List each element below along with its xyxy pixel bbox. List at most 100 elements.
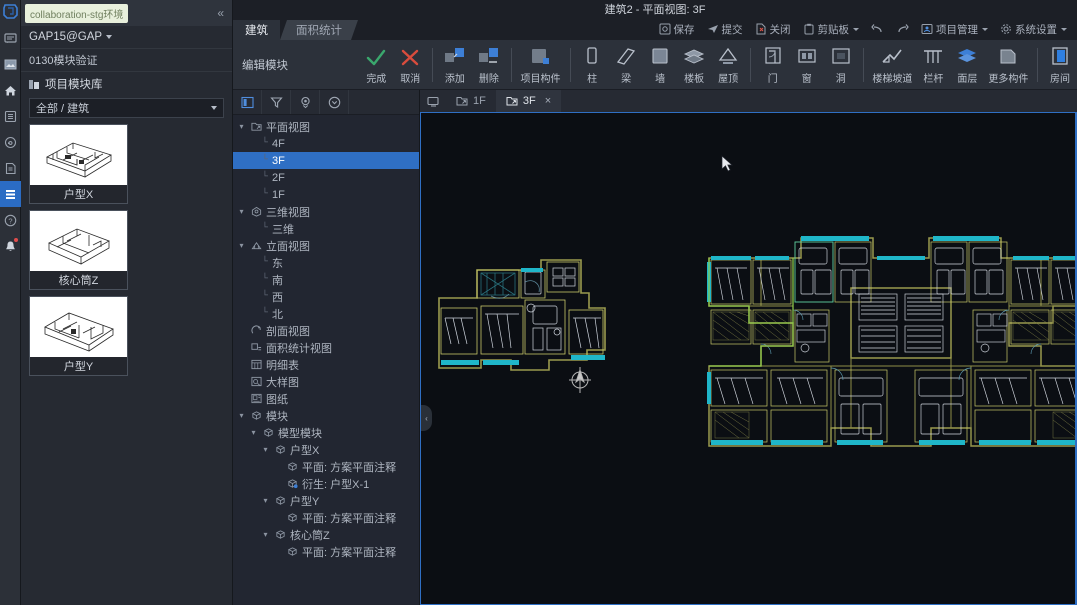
doc-tab-1f[interactable]: 1F: [446, 90, 496, 112]
expand-chevron-icon[interactable]: ▾: [261, 496, 270, 505]
rail-item-link[interactable]: [0, 129, 21, 155]
tree-node[interactable]: ▾ 户型X: [233, 441, 419, 458]
tree-node[interactable]: 大样图: [233, 373, 419, 390]
window-button[interactable]: 窗: [790, 42, 824, 88]
filter-button[interactable]: [262, 90, 291, 114]
menu-undo[interactable]: [871, 23, 884, 35]
menu-clipboard[interactable]: 剪贴板: [803, 22, 859, 37]
rail-item-help[interactable]: ?: [0, 207, 21, 233]
tree-node[interactable]: 平面: 方案平面注释: [233, 458, 419, 475]
tab-architecture[interactable]: 建筑: [233, 20, 280, 40]
menu-redo[interactable]: [896, 23, 909, 35]
tree-node[interactable]: 衍生: 户型X-1: [233, 475, 419, 492]
rail-item-list[interactable]: [0, 103, 21, 129]
module-card[interactable]: 核心筒Z: [29, 210, 128, 290]
slab-button[interactable]: 楼板: [677, 42, 711, 88]
tree-leaf-marker: └: [262, 223, 269, 234]
cancel-button[interactable]: 取消: [393, 42, 427, 88]
tree-node[interactable]: └ 南: [233, 271, 419, 288]
stair-ramp-button[interactable]: 楼梯坡道: [868, 42, 916, 88]
tree-node[interactable]: ▾ 模块: [233, 407, 419, 424]
roof-button[interactable]: 屋顶: [711, 42, 745, 88]
tab-area-statistics[interactable]: 面积统计: [280, 20, 358, 40]
room-button[interactable]: 房间: [1043, 42, 1077, 88]
expand-chevron-icon[interactable]: ▾: [237, 122, 246, 131]
panel-toggle-button[interactable]: [233, 90, 262, 114]
rail-item-document[interactable]: [0, 155, 21, 181]
project-component-button[interactable]: 项目构件: [517, 42, 565, 88]
tree-node[interactable]: 图纸: [233, 390, 419, 407]
canvas-collapse-handle[interactable]: ‹: [421, 405, 432, 431]
tree-node[interactable]: ▾ 模型模块: [233, 424, 419, 441]
add-module-button[interactable]: 添加: [438, 42, 472, 88]
tree-node[interactable]: 明细表: [233, 356, 419, 373]
tree-node[interactable]: └ 三维: [233, 220, 419, 237]
expand-chevron-icon[interactable]: ▾: [237, 241, 246, 250]
tree-node[interactable]: └ 北: [233, 305, 419, 322]
app-logo[interactable]: [1, 2, 20, 21]
wall-button[interactable]: 墙: [643, 42, 677, 88]
tree-node[interactable]: └ 2F: [233, 169, 419, 186]
menu-label: 保存: [673, 23, 695, 36]
expand-chevron-icon[interactable]: ▾: [249, 428, 258, 437]
more-options-button[interactable]: [320, 90, 349, 114]
project-name-row[interactable]: 0130模块验证: [21, 48, 232, 72]
account-selector[interactable]: GAP15@GAP: [21, 26, 232, 48]
expand-chevron-icon[interactable]: ▾: [237, 207, 246, 216]
tree-node[interactable]: └ 3F: [233, 152, 419, 169]
tree-node[interactable]: 面积统计视图: [233, 339, 419, 356]
expand-chevron-icon[interactable]: ▾: [261, 445, 270, 454]
menu-save[interactable]: 保存: [659, 22, 695, 37]
menu-system-settings[interactable]: 系统设置: [1000, 22, 1067, 37]
module-card[interactable]: 户型Y: [29, 296, 128, 376]
new-view-button[interactable]: [420, 90, 446, 112]
menu-project-management[interactable]: 项目管理: [921, 22, 988, 37]
rail-item-image[interactable]: [0, 51, 21, 77]
project-name: 0130模块验证: [29, 55, 98, 67]
tree-node[interactable]: └ 1F: [233, 186, 419, 203]
tree-node[interactable]: ▾ 核心筒Z: [233, 526, 419, 543]
tree-node[interactable]: ▾ 三维视图: [233, 203, 419, 220]
delete-module-button[interactable]: 删除: [472, 42, 506, 88]
slab-icon: [682, 44, 706, 68]
tree-node[interactable]: └ 西: [233, 288, 419, 305]
drawing-canvas[interactable]: ‹: [420, 112, 1077, 605]
rail-item-home[interactable]: [0, 77, 21, 103]
module-card[interactable]: 户型X: [29, 124, 128, 204]
ribbon-tab-strip: 建筑 面积统计: [233, 18, 423, 40]
button-label: 面层: [957, 74, 978, 85]
opening-button[interactable]: 洞: [824, 42, 858, 88]
more-components-button[interactable]: 更多构件: [984, 42, 1032, 88]
rail-item-modules[interactable]: [0, 181, 21, 207]
column-button[interactable]: 柱: [575, 42, 609, 88]
tree-node[interactable]: 平面: 方案平面注释: [233, 543, 419, 560]
library-filter-select[interactable]: 全部 / 建筑: [29, 98, 224, 118]
doc-tab-3f[interactable]: 3F ×: [495, 90, 562, 112]
expand-chevron-icon[interactable]: ▾: [261, 530, 270, 539]
collapse-panel-icon[interactable]: «: [217, 7, 224, 19]
floor-plan-right: [707, 236, 1075, 447]
tree-node-label: 1F: [272, 188, 285, 201]
tree-node[interactable]: 平面: 方案平面注释: [233, 509, 419, 526]
door-button[interactable]: 门: [756, 42, 790, 88]
rail-item-message[interactable]: [0, 25, 21, 51]
locate-button[interactable]: [291, 90, 320, 114]
button-label: 更多构件: [988, 74, 1029, 85]
rail-item-notifications[interactable]: [0, 233, 21, 259]
tree-node[interactable]: ▾ 立面视图: [233, 237, 419, 254]
railing-button[interactable]: 栏杆: [916, 42, 950, 88]
tree-node[interactable]: 剖面视图: [233, 322, 419, 339]
close-tab-icon[interactable]: ×: [545, 95, 551, 107]
tree-node[interactable]: ▾ 平面视图: [233, 118, 419, 135]
finish-button[interactable]: 完成: [359, 42, 393, 88]
tree-node[interactable]: ▾ 户型Y: [233, 492, 419, 509]
beam-button[interactable]: 梁: [609, 42, 643, 88]
tree-node[interactable]: └ 4F: [233, 135, 419, 152]
ribbon-group-confirm: 完成 取消: [359, 40, 427, 89]
menu-submit[interactable]: 提交: [707, 22, 743, 37]
menu-close[interactable]: 关闭: [755, 22, 791, 37]
expand-chevron-icon[interactable]: ▾: [237, 411, 246, 420]
tree-node[interactable]: └ 东: [233, 254, 419, 271]
chevron-circle-icon: [328, 96, 340, 108]
finish-layer-button[interactable]: 面层: [950, 42, 984, 88]
